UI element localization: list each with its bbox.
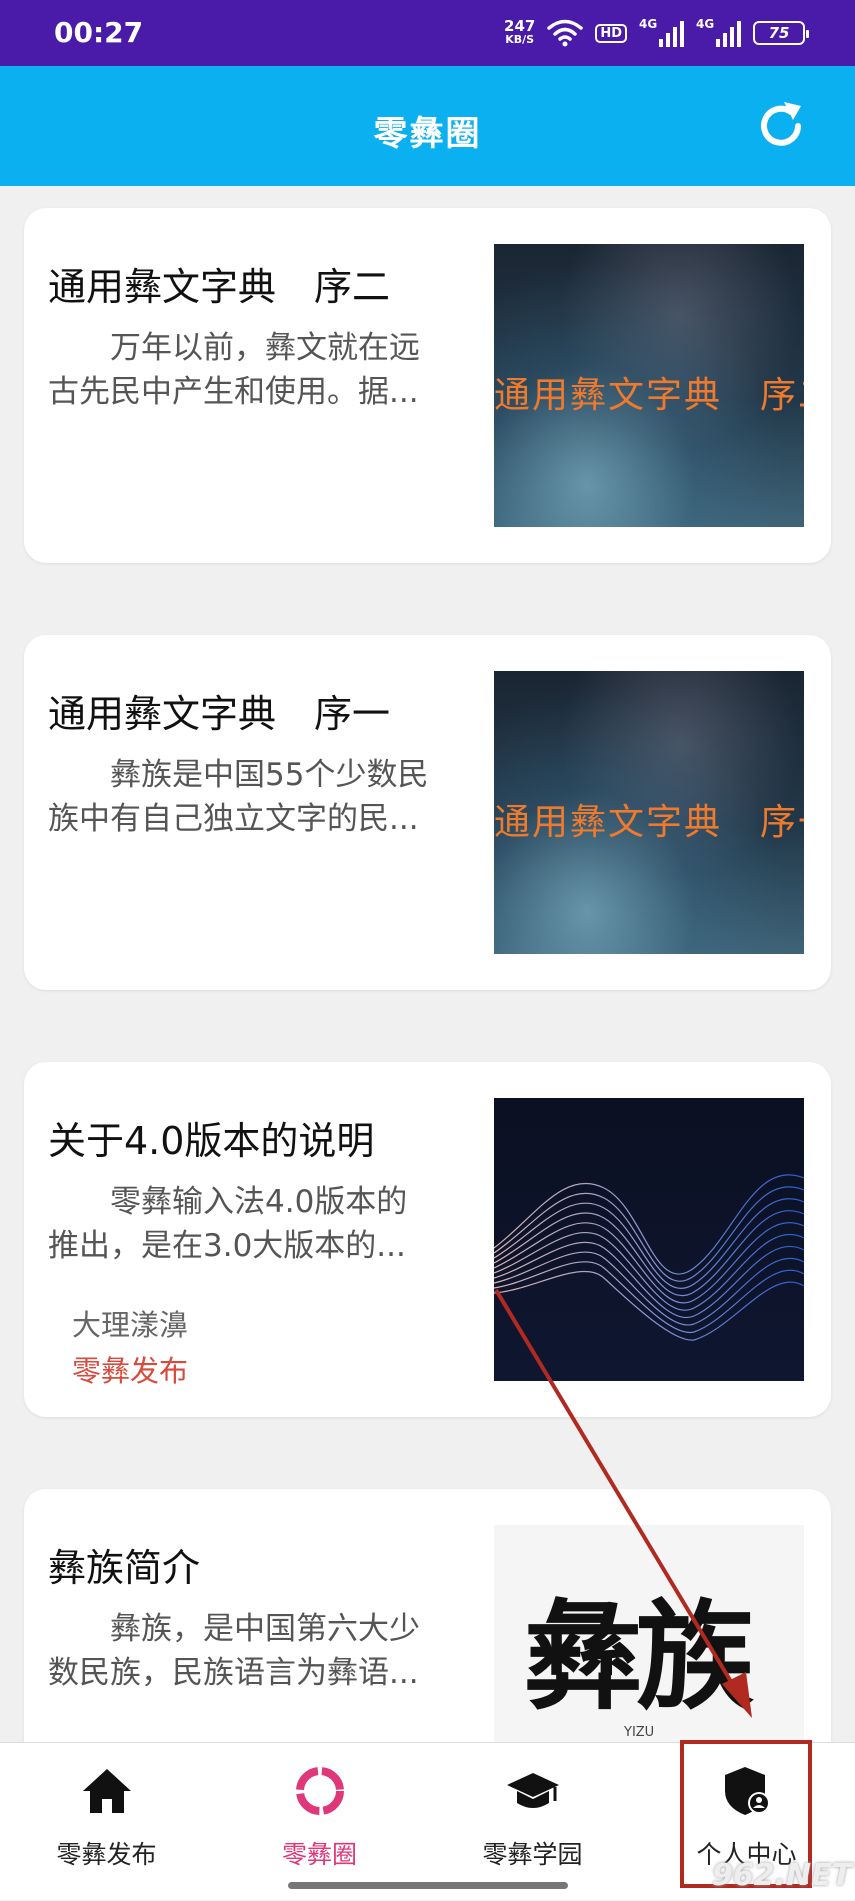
tab-label: 零彝学园 [482, 1840, 583, 1869]
signal-label-1: 4G [639, 17, 658, 31]
article-summary-line: 彝族是中国55个少数民 [48, 757, 429, 793]
article-title: 关于4.0版本的说明 [48, 1119, 375, 1163]
home-icon [82, 1769, 131, 1813]
article-summary-line: 数民族，民族语言为彝语... [48, 1655, 419, 1691]
signal-label-2: 4G [696, 17, 715, 31]
thumbnail-caption: 彝族 [524, 1587, 754, 1726]
wave-graphic [494, 1174, 804, 1341]
signal-icon: 4G [639, 17, 684, 47]
tab-circle[interactable]: 零彝圈 [213, 1743, 426, 1901]
tab-label: 零彝圈 [281, 1840, 357, 1869]
article-summary: 彝族是中国55个少数民 族中有自己独立文字的民... [48, 753, 448, 841]
article-title: 通用彝文字典 序二 [48, 265, 391, 309]
net-speed: 247 KB/S [504, 19, 535, 47]
status-icons: 247 KB/S HD 4G 4G 75 [504, 14, 809, 52]
article-summary-line: 万年以前，彝文就在远 [48, 330, 420, 366]
page-title: 零彝圈 [373, 114, 482, 154]
refresh-icon[interactable] [751, 96, 811, 156]
ring-icon [295, 1767, 344, 1815]
article-card[interactable]: 通用彝文字典 序一 彝族是中国55个少数民 族中有自己独立文字的民... 通用彝… [24, 635, 831, 990]
article-summary-line: 族中有自己独立文字的民... [48, 801, 419, 837]
article-feed[interactable]: 通用彝文字典 序二 万年以前，彝文就在远 古先民中产生和使用。据... 通用彝文… [0, 186, 855, 1742]
status-time: 00:27 [54, 16, 144, 49]
wifi-icon [547, 19, 584, 47]
watermark: 962.NET [712, 1858, 853, 1893]
thumbnail-subcaption: YIZU [624, 1725, 655, 1740]
home-indicator[interactable] [288, 1882, 568, 1889]
article-card[interactable]: 关于4.0版本的说明 零彝输入法4.0版本的 推出，是在3.0大版本的... 大… [24, 1062, 831, 1417]
net-speed-value: 247 [504, 17, 536, 35]
article-thumbnail: 彝族 YIZU [494, 1525, 804, 1742]
tab-label: 零彝发布 [56, 1840, 157, 1869]
battery-icon: 75 [753, 21, 809, 45]
signal-icon-2: 4G [696, 17, 741, 47]
article-thumbnail: 通用彝文字典 序一 [494, 671, 804, 954]
tab-academy[interactable]: 零彝学园 [426, 1743, 639, 1901]
net-speed-unit: KB/S [505, 33, 535, 46]
graduation-cap-icon [506, 1773, 559, 1808]
article-thumbnail: 通用彝文字典 序二 [494, 244, 804, 527]
thumbnail-caption: 通用彝文字典 序二 [494, 375, 804, 416]
article-summary-line: 零彝输入法4.0版本的 [48, 1184, 408, 1220]
article-card[interactable]: 通用彝文字典 序二 万年以前，彝文就在远 古先民中产生和使用。据... 通用彝文… [24, 208, 831, 563]
article-title: 通用彝文字典 序一 [48, 692, 391, 736]
article-summary: 彝族，是中国第六大少 数民族，民族语言为彝语... [48, 1607, 448, 1695]
thumbnail-caption: 通用彝文字典 序一 [494, 802, 804, 843]
article-thumbnail [494, 1098, 804, 1381]
article-summary-line: 彝族，是中国第六大少 [48, 1611, 420, 1647]
article-summary: 零彝输入法4.0版本的 推出，是在3.0大版本的... [48, 1180, 448, 1268]
article-summary-line: 古先民中产生和使用。据... [48, 374, 419, 410]
tab-publish[interactable]: 零彝发布 [0, 1743, 213, 1901]
app-bar: 零彝圈 [0, 66, 855, 186]
article-title: 彝族简介 [48, 1546, 201, 1590]
article-summary-line: 推出，是在3.0大版本的... [48, 1228, 406, 1264]
article-author: 大理漾濞 [72, 1308, 189, 1342]
status-bar: 00:27 247 KB/S HD 4G 4G 75 [0, 0, 855, 66]
article-summary: 万年以前，彝文就在远 古先民中产生和使用。据... [48, 326, 448, 414]
article-category-tag[interactable]: 零彝发布 [72, 1348, 188, 1390]
article-card[interactable]: 彝族简介 彝族，是中国第六大少 数民族，民族语言为彝语... 彝族 YIZU [24, 1489, 831, 1742]
hd-badge: HD [595, 23, 627, 43]
